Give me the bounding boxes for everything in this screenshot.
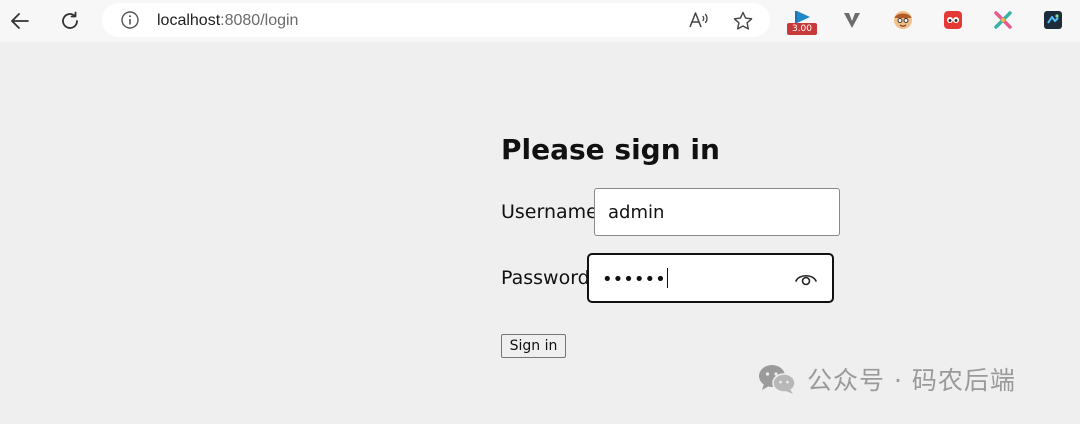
red-ghost-extension-icon[interactable] [941,8,965,32]
face-extension-icon[interactable] [891,8,915,32]
url-path: :8080/login [220,12,299,29]
url-text[interactable]: localhost:8080/login [157,12,298,30]
sign-in-button[interactable]: Sign in [501,334,566,358]
dark-square-extension-icon[interactable] [1041,8,1065,32]
browser-toolbar: localhost:8080/login 3.00 [0,0,1080,42]
username-value: admin [608,202,665,223]
url-host: localhost [157,12,221,29]
page-title: Please sign in [501,133,720,166]
username-label: Username [501,201,598,223]
password-masked-value: •••••• [602,269,666,290]
x-tool-extension-icon[interactable] [991,8,1015,32]
username-input[interactable]: admin [594,188,840,236]
eye-icon[interactable] [794,267,818,289]
address-bar[interactable]: localhost:8080/login [102,3,770,37]
favorite-star-icon[interactable] [732,10,754,32]
back-button[interactable] [5,6,35,36]
wechat-icon [759,365,796,394]
extension-badge: 3.00 [787,23,817,35]
text-caret [666,268,669,288]
info-icon[interactable] [120,10,140,30]
v-extension-icon[interactable] [840,8,864,32]
watermark: 公众号 · 码农后端 [757,362,1016,396]
read-aloud-icon[interactable] [688,10,710,30]
password-label: Password [501,267,590,289]
arrow-left-icon [11,13,29,29]
watermark-text: 公众号 · 码农后端 [807,366,1016,395]
reload-icon [62,11,78,29]
password-input[interactable]: •••••• [587,253,834,303]
reload-button[interactable] [55,6,85,36]
